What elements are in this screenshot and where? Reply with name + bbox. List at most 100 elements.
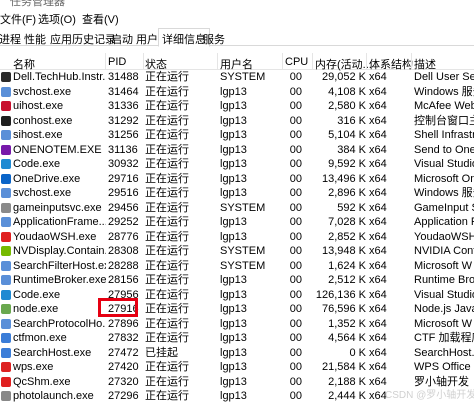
process-cpu: 00 — [289, 245, 302, 257]
col-divider[interactable] — [217, 53, 218, 70]
process-memory: 2,580 K — [328, 100, 366, 112]
process-name: node.exe — [13, 303, 59, 315]
table-row[interactable]: SearchHost.exe 27472 已挂起 lgp13 00 0 Kx64 Searc… — [0, 346, 474, 361]
table-row[interactable]: SearchFilterHost.exe 28288 正在运行 SYSTEM 00 1,6… — [0, 259, 474, 274]
process-status: 正在运行 — [145, 172, 189, 185]
table-row[interactable]: NVDisplay.Contain... 28308 正在运行 SYSTEM 00 13,… — [0, 244, 474, 259]
process-description: Dell User Sess — [414, 71, 474, 83]
menu-view[interactable]: 查看(V) — [82, 11, 119, 27]
table-row[interactable]: RuntimeBroker.exe 28156 正在运行 lgp13 00 2,512 K… — [0, 273, 474, 288]
process-cpu: 00 — [289, 375, 302, 388]
process-description: GameInput S — [414, 201, 474, 214]
table-row[interactable]: OneDrive.exe 29716 正在运行 lgp13 00 13,496 Kx64 M… — [0, 172, 474, 187]
process-memory: 2,512 K — [328, 274, 366, 286]
process-pid: 29516 — [108, 187, 139, 199]
process-status: 正在运行 — [145, 85, 189, 98]
table-row[interactable]: node.exe 27916 正在运行 lgp13 00 76,596 Kx64 Node.… — [0, 302, 474, 317]
table-row[interactable]: ctfmon.exe 27832 正在运行 lgp13 00 4,564 Kx64 CTF … — [0, 331, 474, 346]
process-memory: 0 K — [349, 346, 366, 359]
process-pid: 28308 — [108, 245, 139, 257]
process-arch: x64 — [369, 201, 387, 214]
table-row[interactable]: SearchProtocolHo... 27896 正在运行 lgp13 00 1,352… — [0, 317, 474, 332]
menu-bar: 文件(F) 选项(O) 查看(V) — [0, 8, 474, 28]
table-row[interactable]: Dell.TechHub.Instr... 31488 正在运行 SYSTEM 00 29… — [0, 70, 474, 85]
process-icon — [1, 289, 11, 300]
process-name: ApplicationFrame... — [13, 216, 106, 228]
process-cpu: 00 — [289, 100, 302, 112]
table-row[interactable]: svchost.exe 29516 正在运行 lgp13 00 2,896 Kx64 Win… — [0, 186, 474, 201]
process-name: ctfmon.exe — [13, 332, 67, 344]
process-pid: 31336 — [108, 100, 139, 112]
process-description: Shell Infrastru — [414, 129, 474, 141]
table-row[interactable]: ApplicationFrame... 29252 正在运行 lgp13 00 7,028… — [0, 215, 474, 230]
tab-users[interactable]: 用户 — [133, 29, 161, 46]
col-cpu[interactable]: CPU — [285, 56, 308, 68]
process-status: 正在运行 — [145, 332, 189, 344]
col-divider[interactable] — [366, 53, 367, 70]
process-icon — [1, 275, 11, 285]
process-cpu: 00 — [289, 346, 302, 359]
process-status: 正在运行 — [145, 114, 189, 127]
process-status: 正在运行 — [145, 274, 189, 286]
col-divider[interactable] — [411, 53, 412, 70]
process-icon — [1, 391, 11, 401]
process-user: lgp13 — [220, 172, 247, 185]
process-user: SYSTEM — [220, 245, 266, 257]
col-divider[interactable] — [312, 53, 313, 70]
process-status: 正在运行 — [145, 100, 189, 112]
table-row[interactable]: ONENOTEM.EXE 31136 正在运行 lgp13 00 384 Kx64 Send… — [0, 143, 474, 158]
process-memory: 13,496 K — [321, 172, 366, 185]
process-memory: 21,584 K — [321, 361, 366, 373]
process-user: lgp13 — [220, 361, 247, 373]
process-description: WPS Office — [414, 361, 471, 373]
table-row[interactable]: svchost.exe 31464 正在运行 lgp13 00 4,108 Kx64 Win… — [0, 85, 474, 100]
table-row[interactable]: Code.exe 30932 正在运行 lgp13 00 9,592 Kx64 Visual… — [0, 157, 474, 172]
process-arch: x64 — [369, 158, 387, 170]
process-user: lgp13 — [220, 332, 247, 344]
table-row[interactable]: Code.exe 27956 正在运行 lgp13 00 126,136 Kx64 Visu… — [0, 288, 474, 303]
process-pid: 31256 — [108, 129, 139, 141]
process-cpu: 00 — [289, 390, 302, 402]
tab-services[interactable]: 服务 — [200, 29, 228, 46]
process-name: SearchProtocolHo... — [13, 317, 106, 330]
process-user: lgp13 — [220, 187, 247, 199]
table-row[interactable]: sihost.exe 31256 正在运行 lgp13 00 5,104 Kx64 Shel… — [0, 128, 474, 143]
process-arch: x64 — [369, 245, 387, 257]
process-memory: 2,188 K — [328, 375, 366, 388]
process-memory: 13,948 K — [321, 245, 366, 257]
process-description: SearchHost.e — [414, 346, 474, 359]
tab-bar: 进程 性能 应用历史记录 启动 用户 详细信息 服务 — [0, 28, 474, 47]
menu-file[interactable]: 文件(F) — [0, 11, 36, 27]
process-user: lgp13 — [220, 114, 247, 127]
table-row[interactable]: gameinputsvc.exe 29456 正在运行 SYSTEM 00 592 Kx6… — [0, 201, 474, 216]
process-icon — [1, 86, 11, 97]
process-arch: x64 — [369, 216, 387, 228]
tab-performance[interactable]: 性能 — [21, 29, 49, 46]
col-divider[interactable] — [143, 53, 144, 70]
process-icon — [1, 217, 11, 227]
process-user: lgp13 — [220, 346, 247, 359]
col-divider[interactable] — [282, 53, 283, 70]
table-row[interactable]: uihost.exe 31336 正在运行 lgp13 00 2,580 Kx64 McAf… — [0, 99, 474, 114]
watermark: CSDN @罗小轴开发 — [385, 390, 474, 401]
process-name: uihost.exe — [13, 100, 64, 112]
table-row[interactable]: conhost.exe 31292 正在运行 lgp13 00 316 Kx64 控制台窗口… — [0, 114, 474, 129]
table-row[interactable]: YoudaoWSH.exe 28776 正在运行 lgp13 00 2,852 Kx64 Y… — [0, 230, 474, 245]
process-pid: 27832 — [108, 332, 139, 344]
process-description: McAfee WebA — [414, 100, 474, 112]
process-user: SYSTEM — [220, 259, 266, 272]
tab-startup[interactable]: 启动 — [108, 29, 136, 46]
col-pid[interactable]: PID — [108, 56, 126, 68]
process-icon — [1, 202, 11, 213]
process-description: Visual Studio — [414, 158, 474, 170]
process-pid: 28776 — [108, 230, 139, 243]
col-divider[interactable] — [105, 53, 106, 70]
process-status: 正在运行 — [145, 201, 189, 214]
process-cpu: 00 — [289, 172, 302, 185]
table-row[interactable]: wps.exe 27420 正在运行 lgp13 00 21,584 Kx64 WPS Of… — [0, 360, 474, 375]
process-user: SYSTEM — [220, 71, 266, 83]
menu-options[interactable]: 选项(O) — [38, 11, 76, 27]
process-name: photolaunch.exe — [13, 390, 94, 402]
process-icon — [1, 318, 11, 329]
process-arch: x64 — [369, 361, 387, 373]
